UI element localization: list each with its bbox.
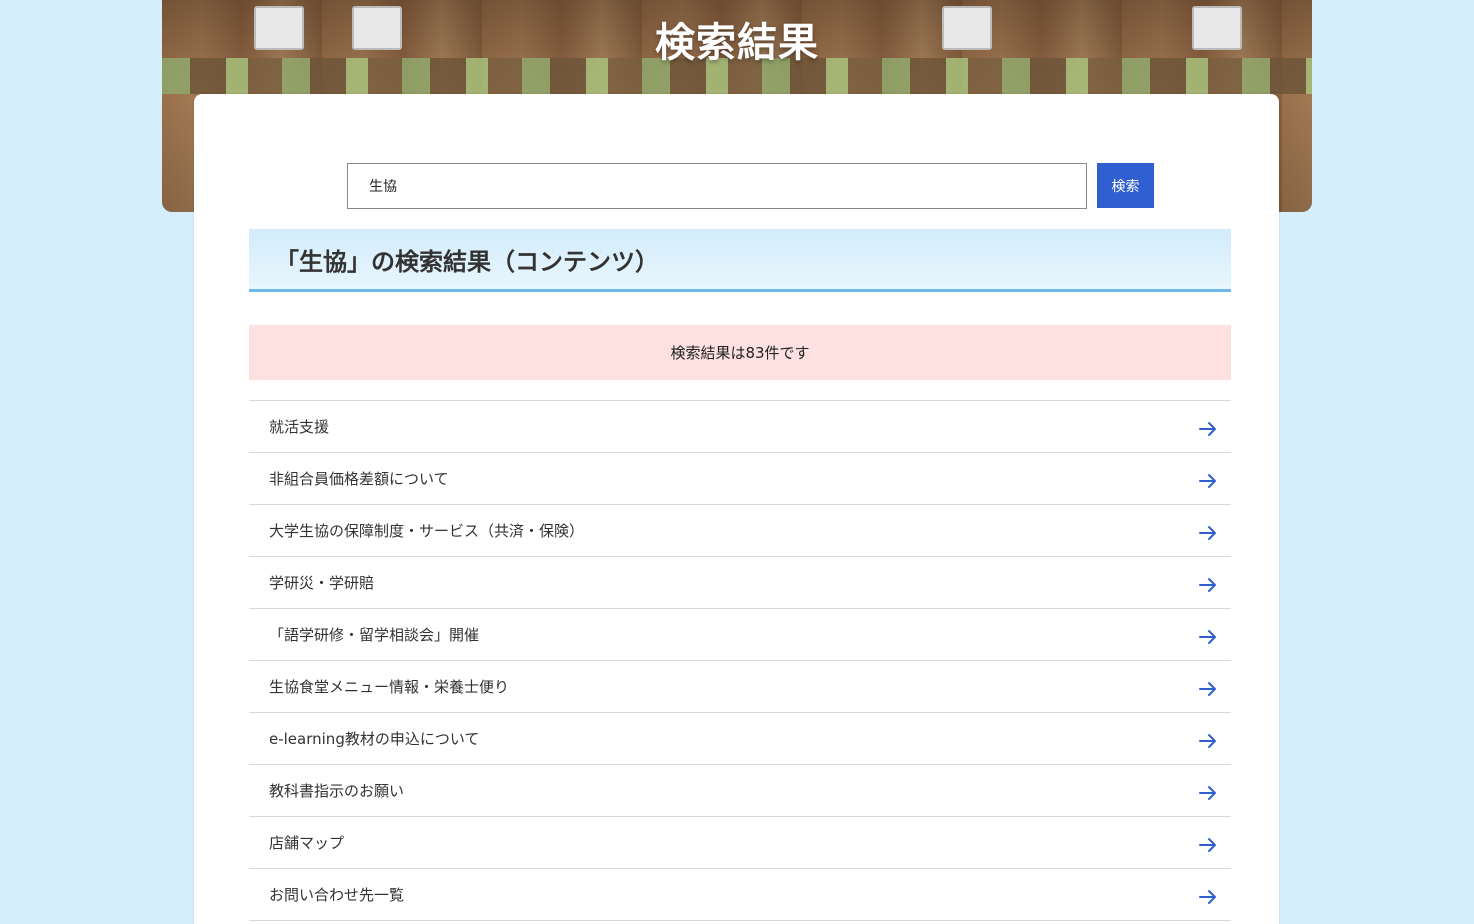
result-item[interactable]: 生協食堂メニュー情報・栄養士便り bbox=[249, 661, 1231, 713]
result-item-label: 生協食堂メニュー情報・栄養士便り bbox=[269, 678, 510, 696]
arrow-right-icon bbox=[1199, 681, 1216, 696]
result-item[interactable]: e-learning教材の申込について bbox=[249, 713, 1231, 765]
arrow-right-icon bbox=[1199, 473, 1216, 488]
result-item-label: e-learning教材の申込について bbox=[269, 730, 480, 748]
result-item[interactable]: お問い合わせ先一覧 bbox=[249, 869, 1231, 921]
arrow-right-icon bbox=[1199, 837, 1216, 852]
result-item-label: 「語学研修・留学相談会」開催 bbox=[269, 626, 480, 644]
result-item-label: 就活支援 bbox=[269, 418, 330, 436]
result-item[interactable]: 学研災・学研賠 bbox=[249, 557, 1231, 609]
result-item-label: 店舗マップ bbox=[269, 834, 345, 852]
result-item[interactable]: 店舗マップ bbox=[249, 817, 1231, 869]
arrow-right-icon bbox=[1199, 525, 1216, 540]
arrow-right-icon bbox=[1199, 733, 1216, 748]
arrow-right-icon bbox=[1199, 889, 1216, 904]
arrow-right-icon bbox=[1199, 785, 1216, 800]
result-item-label: 大学生協の保障制度・サービス（共済・保険） bbox=[269, 522, 585, 540]
result-item[interactable]: 就活支援 bbox=[249, 401, 1231, 453]
result-list: 就活支援 非組合員価格差額について 大学生協の保障制度・サービス（共済・保険） … bbox=[249, 400, 1231, 921]
result-item[interactable]: 大学生協の保障制度・サービス（共済・保険） bbox=[249, 505, 1231, 557]
result-item-label: 教科書指示のお願い bbox=[269, 782, 405, 800]
result-item-label: 学研災・学研賠 bbox=[269, 574, 375, 592]
arrow-right-icon bbox=[1199, 629, 1216, 644]
result-item-label: 非組合員価格差額について bbox=[269, 470, 449, 488]
arrow-right-icon bbox=[1199, 421, 1216, 436]
content-card: 検索 「生協」の検索結果（コンテンツ） 検索結果は83件です 就活支援 非組合員… bbox=[194, 94, 1279, 924]
search-input[interactable] bbox=[347, 163, 1087, 209]
result-item[interactable]: 教科書指示のお願い bbox=[249, 765, 1231, 817]
result-count-notice: 検索結果は83件です bbox=[249, 325, 1231, 380]
search-form: 検索 bbox=[347, 163, 1154, 209]
result-item[interactable]: 「語学研修・留学相談会」開催 bbox=[249, 609, 1231, 661]
arrow-right-icon bbox=[1199, 577, 1216, 592]
result-item-label: お問い合わせ先一覧 bbox=[269, 886, 405, 904]
search-button[interactable]: 検索 bbox=[1097, 163, 1154, 208]
page-title: 検索結果 bbox=[655, 20, 819, 66]
result-item[interactable]: 非組合員価格差額について bbox=[249, 453, 1231, 505]
section-heading: 「生協」の検索結果（コンテンツ） bbox=[249, 229, 1231, 292]
